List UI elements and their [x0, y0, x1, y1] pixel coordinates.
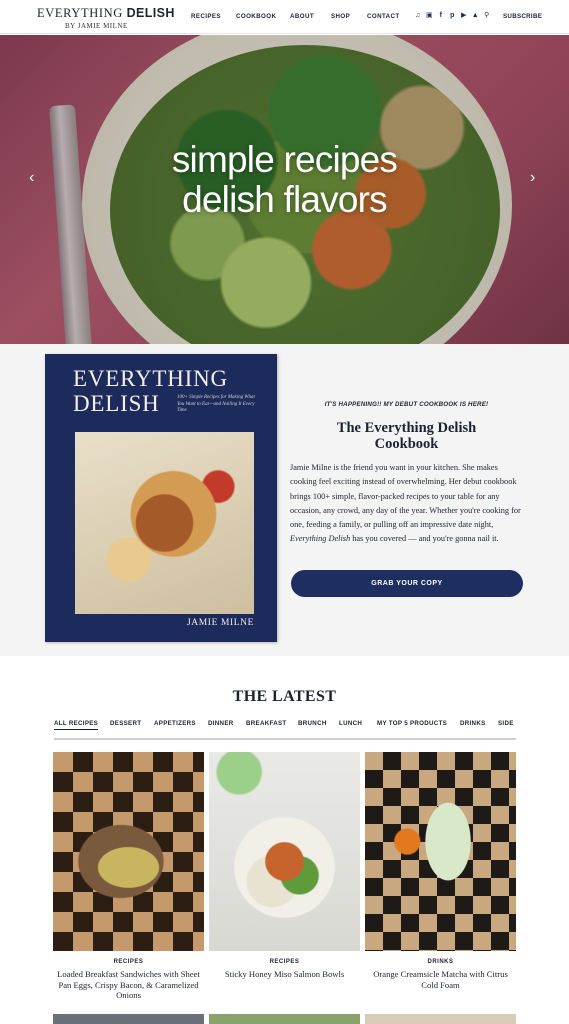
tab-dessert[interactable]: DESSERT: [110, 720, 141, 727]
recipe-card-image[interactable]: [365, 752, 516, 951]
pinterest-icon[interactable]: p: [447, 11, 459, 20]
recipe-card-image[interactable]: [209, 752, 360, 951]
social-links: ♫ ▣ f p ▶ ▲ ⚲: [412, 11, 493, 20]
recipe-card-image-peek[interactable]: [53, 1014, 204, 1024]
tab-lunch[interactable]: LUNCH: [339, 720, 362, 727]
recipe-card-image[interactable]: [53, 752, 204, 951]
tiktok-icon[interactable]: ♫: [412, 11, 424, 20]
latest-heading: THE LATEST: [232, 688, 337, 705]
logo-wordmark: EVERYTHING DELISH: [37, 6, 175, 20]
nav-contact[interactable]: CONTACT: [367, 13, 400, 20]
tab-dinner[interactable]: DINNER: [208, 720, 234, 727]
nav-cookbook[interactable]: COOKBOOK: [236, 13, 276, 20]
tab-side[interactable]: SIDE: [498, 720, 514, 727]
facebook-icon[interactable]: f: [435, 11, 447, 20]
hero-headline: simple recipes delish flavors: [0, 140, 569, 220]
book-cover-tagline: 100+ Simple Recipes for Making What You …: [177, 395, 255, 413]
recipe-card-image-peek[interactable]: [209, 1014, 360, 1024]
category-tabs: ALL RECIPES DESSERT APPETIZERS DINNER BR…: [54, 720, 515, 740]
recipe-card-title[interactable]: Loaded Breakfast Sandwiches with Sheet P…: [53, 969, 204, 1001]
recipe-card-title[interactable]: Sticky Honey Miso Salmon Bowls: [209, 969, 360, 980]
tab-my-top-5-products[interactable]: MY TOP 5 PRODUCTS: [377, 720, 447, 727]
recipe-card-category[interactable]: DRINKS: [365, 959, 516, 965]
recipe-card-category[interactable]: RECIPES: [53, 959, 204, 965]
tab-drinks[interactable]: DRINKS: [460, 720, 486, 727]
youtube-icon[interactable]: ▶: [458, 11, 470, 20]
subscribe-link[interactable]: SUBSCRIBE: [503, 13, 542, 20]
cookbook-promo: EVERYTHING DELISH 100+ Simple Recipes fo…: [0, 344, 569, 656]
nav-shop[interactable]: SHOP: [331, 13, 350, 20]
cookbook-kicker: IT'S HAPPENING!! MY DEBUT COOKBOOK IS HE…: [324, 401, 489, 408]
logo-byline: BY JAMIE MILNE: [65, 22, 128, 30]
grab-your-copy-button[interactable]: GRAB YOUR COPY: [291, 570, 523, 597]
hero-headline-line1: simple recipes: [171, 139, 398, 180]
search-icon[interactable]: ⚲: [481, 11, 493, 20]
tab-breakfast[interactable]: BREAKFAST: [246, 720, 287, 727]
book-cover-photo: [75, 432, 254, 614]
recipe-card-image-peek[interactable]: [365, 1014, 516, 1024]
cookbook-description: Jamie Milne is the friend you want in yo…: [290, 463, 521, 544]
book-cover-author: JAMIE MILNE: [187, 618, 255, 628]
recipe-card[interactable]: RECIPES Sticky Honey Miso Salmon Bowls: [209, 752, 360, 980]
instagram-icon[interactable]: ▣: [424, 11, 436, 20]
hero-slider: simple recipes delish flavors ‹ ›: [0, 35, 569, 344]
cookbook-heading: The Everything Delish Cookbook: [336, 420, 477, 452]
tab-appetizers[interactable]: APPETIZERS: [154, 720, 196, 727]
site-header: EVERYTHING DELISH BY JAMIE MILNE RECIPES…: [0, 0, 569, 34]
nav-recipes[interactable]: RECIPES: [191, 13, 221, 20]
recipe-card[interactable]: DRINKS Orange Creamsicle Matcha with Cit…: [365, 752, 516, 990]
nav-about[interactable]: ABOUT: [290, 13, 314, 20]
recipe-card-title[interactable]: Orange Creamsicle Matcha with Citrus Col…: [365, 969, 516, 990]
notification-bell-icon[interactable]: ▲: [470, 11, 482, 20]
recipe-card-category[interactable]: RECIPES: [209, 959, 360, 965]
cookbook-cover[interactable]: EVERYTHING DELISH 100+ Simple Recipes fo…: [45, 354, 277, 642]
tab-all-recipes[interactable]: ALL RECIPES: [54, 720, 99, 730]
recipe-card[interactable]: RECIPES Loaded Breakfast Sandwiches with…: [53, 752, 204, 1001]
chevron-left-icon[interactable]: ‹: [29, 170, 34, 186]
tabs-divider: [54, 738, 516, 740]
site-logo[interactable]: EVERYTHING DELISH BY JAMIE MILNE: [37, 6, 175, 30]
hero-headline-line2: delish flavors: [182, 179, 388, 220]
tab-brunch[interactable]: BRUNCH: [298, 720, 327, 727]
chevron-right-icon[interactable]: ›: [530, 170, 535, 186]
